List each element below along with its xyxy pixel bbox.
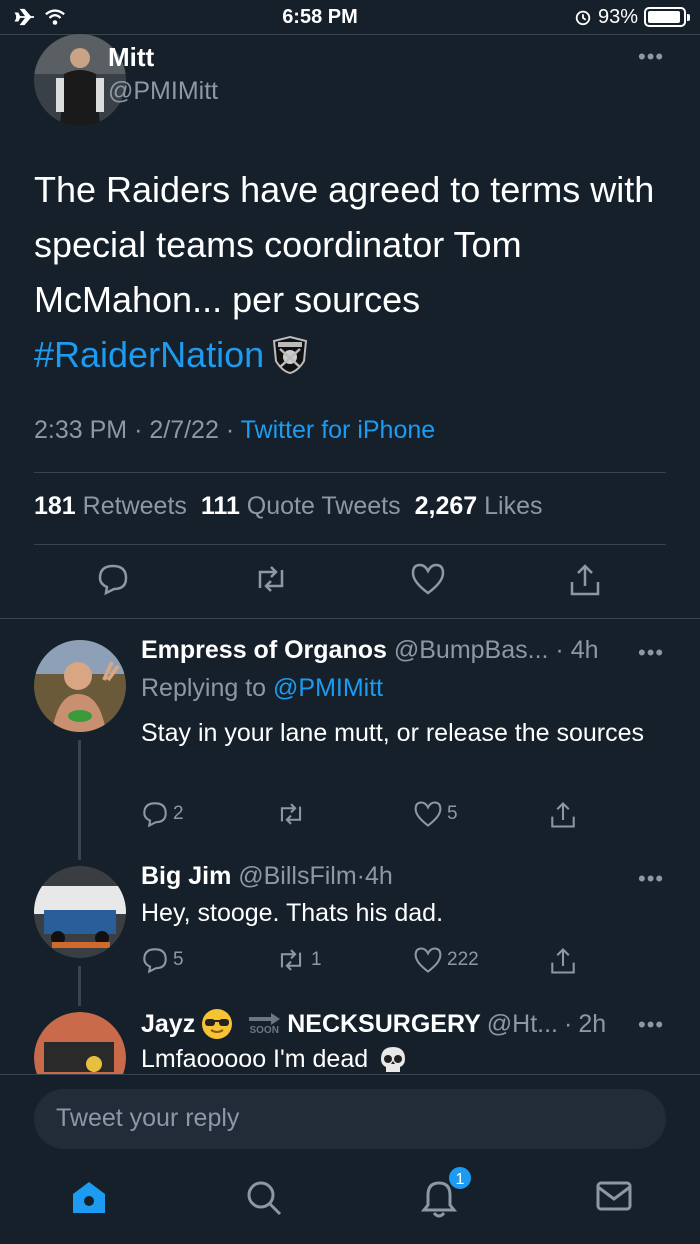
notifications-badge: 1 xyxy=(447,1165,473,1191)
reply-text-row: Lmfaooooo I'm dead xyxy=(141,1042,661,1074)
likes-stat[interactable]: 2,267 Likes xyxy=(415,492,543,521)
tweet-text-line: special teams coordinator Tom xyxy=(34,224,522,265)
reply-author-handle[interactable]: @Ht... xyxy=(487,1010,558,1039)
like-icon[interactable] xyxy=(413,946,443,974)
tweet-text-line: The Raiders have agreed to terms with xyxy=(34,169,655,210)
reply-input[interactable]: Tweet your reply xyxy=(34,1089,666,1149)
avatar[interactable] xyxy=(34,866,126,958)
reply-header: Empress of Organos @BumpBas... · 4h xyxy=(141,636,599,664)
status-bar: 6:58 PM 93% xyxy=(0,0,700,34)
search-icon[interactable] xyxy=(245,1179,283,1217)
reply-icon[interactable] xyxy=(141,946,169,974)
reply-author-name-suffix[interactable]: NECKSURGERY xyxy=(287,1010,481,1039)
retweet-icon[interactable] xyxy=(275,946,307,974)
airplane-icon xyxy=(14,8,34,26)
retweets-stat[interactable]: 181 Retweets xyxy=(34,492,187,521)
tweet-meta: 2:33 PM · 2/7/22 · Twitter for iPhone xyxy=(34,416,436,444)
reply-author-handle[interactable]: @BumpBas... xyxy=(394,636,549,664)
reply-header: Jayz SOON NECKSURGERY @Ht... · 2h xyxy=(141,1008,606,1040)
tweet-stats: 181 Retweets 111 Quote Tweets 2,267 Like… xyxy=(34,492,542,521)
share-action[interactable] xyxy=(549,800,577,830)
reply-text: Stay in your lane mutt, or release the s… xyxy=(141,719,645,747)
avatar[interactable] xyxy=(34,640,126,732)
more-options-icon[interactable]: ••• xyxy=(638,640,664,666)
status-divider xyxy=(0,34,700,35)
soon-arrow-icon xyxy=(249,1013,281,1025)
battery-fill xyxy=(648,11,680,23)
like-icon[interactable] xyxy=(413,800,443,828)
share-icon[interactable] xyxy=(549,800,577,830)
reply-author-name[interactable]: Jayz xyxy=(141,1010,195,1039)
like-count[interactable]: 222 xyxy=(413,946,479,974)
battery-percent: 93% xyxy=(597,5,638,28)
reply-count[interactable]: 5 xyxy=(141,946,184,974)
tweet-source[interactable]: Twitter for iPhone xyxy=(241,416,436,444)
retweet-icon[interactable] xyxy=(275,800,307,828)
reply-age: 2h xyxy=(578,1009,607,1038)
tweet-date: 2/7/22 xyxy=(149,416,219,444)
wifi-icon xyxy=(45,9,65,25)
reply-age: 4h xyxy=(570,636,599,664)
replying-to-link[interactable]: @PMIMitt xyxy=(273,674,383,702)
reply-author-name[interactable]: Big Jim xyxy=(141,862,231,890)
author-handle[interactable]: @PMIMitt xyxy=(108,77,218,106)
tweet-text: The Raiders have agreed to terms with sp… xyxy=(34,162,674,382)
like-icon[interactable] xyxy=(410,562,446,596)
skull-emoji-icon xyxy=(381,1046,406,1072)
share-action[interactable] xyxy=(549,946,577,976)
reply-actions: 2 5 xyxy=(141,800,601,830)
status-time: 6:58 PM xyxy=(282,5,358,28)
share-icon[interactable] xyxy=(568,562,602,598)
retweet-icon[interactable] xyxy=(252,562,290,596)
raiders-logo-icon xyxy=(273,335,308,374)
mail-icon[interactable] xyxy=(595,1179,633,1213)
divider xyxy=(0,618,700,619)
reply-actions: 5 1 222 xyxy=(141,946,601,976)
tweet-text-line: McMahon... per sources xyxy=(34,279,421,320)
alarm-icon xyxy=(575,10,591,26)
like-count[interactable]: 5 xyxy=(413,800,458,828)
divider xyxy=(34,544,666,545)
share-icon[interactable] xyxy=(549,946,577,976)
reply-author-name[interactable]: Empress of Organos xyxy=(141,636,387,664)
reply-icon[interactable] xyxy=(141,800,169,828)
reply-tweet[interactable]: Jayz SOON NECKSURGERY @Ht... · 2h ••• Lmf… xyxy=(0,1008,700,1074)
reply-author-handle[interactable]: @BillsFilm xyxy=(238,862,356,890)
battery-icon xyxy=(644,7,690,27)
author-name[interactable]: Mitt xyxy=(108,42,218,73)
retweet-count[interactable] xyxy=(275,800,311,828)
more-options-icon[interactable]: ••• xyxy=(638,866,664,892)
more-options-icon[interactable]: ••• xyxy=(638,1012,664,1038)
reply-icon[interactable] xyxy=(96,562,130,596)
replying-to: Replying to @PMIMitt xyxy=(141,674,384,702)
tweet-actions xyxy=(0,562,700,606)
reply-text: Hey, stooge. Thats his dad. xyxy=(141,899,444,927)
thread-line xyxy=(78,740,81,860)
quotes-stat[interactable]: 111 Quote Tweets xyxy=(201,492,401,521)
soon-label: SOON xyxy=(249,1025,279,1036)
compose-reply-area: Tweet your reply 1 xyxy=(0,1074,700,1244)
tab-bar: 1 xyxy=(0,1165,700,1235)
reply-text: Lmfaooooo I'm dead xyxy=(141,1045,369,1073)
reply-header: Big Jim @BillsFilm·4h xyxy=(141,862,393,890)
thread-line xyxy=(78,966,81,1006)
sunglasses-emoji-icon xyxy=(202,1009,233,1039)
home-icon[interactable] xyxy=(70,1179,108,1217)
retweet-count[interactable]: 1 xyxy=(275,946,322,974)
reply-count[interactable]: 2 xyxy=(141,800,184,828)
more-options-icon[interactable]: ••• xyxy=(638,44,664,70)
tweet-time: 2:33 PM xyxy=(34,416,128,444)
avatar[interactable] xyxy=(34,1012,126,1074)
reply-age: 4h xyxy=(365,862,393,890)
divider xyxy=(34,472,666,473)
hashtag-link[interactable]: #RaiderNation xyxy=(34,327,264,382)
